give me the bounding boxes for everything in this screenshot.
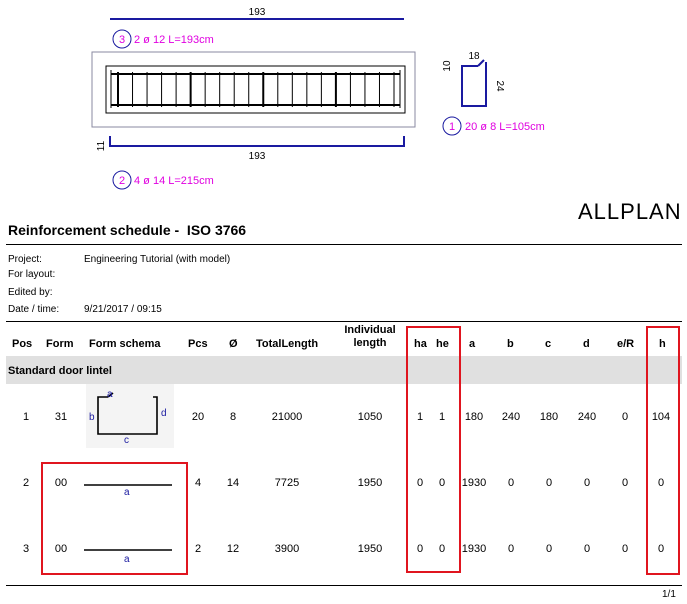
section-label: Standard door lintel [8, 365, 112, 377]
cell-pos: 3 [22, 543, 30, 555]
cell-pcs: 20 [191, 411, 205, 423]
bar3-label: 2 ø 12 L=193cm [134, 34, 214, 46]
edited-label: Edited by: [8, 287, 53, 298]
date-value: 9/21/2017 / 09:15 [84, 304, 162, 315]
title-rule [6, 244, 682, 245]
project-value: Engineering Tutorial (with model) [84, 254, 231, 265]
cell-pos: 2 [22, 477, 30, 489]
cell-er: 0 [621, 543, 629, 555]
bar3-pos: 3 [119, 34, 125, 46]
cell-individual: 1950 [357, 543, 383, 555]
schema-1-c: c [124, 435, 129, 446]
schema-1-a: a [107, 389, 113, 400]
cell-b: 240 [501, 411, 521, 423]
cell-er: 0 [621, 411, 629, 423]
bar2-shape [109, 136, 405, 147]
cell-er: 0 [621, 477, 629, 489]
stirrup-detail [461, 62, 487, 107]
header-pcs: Pcs [188, 338, 208, 350]
cell-c: 0 [545, 543, 553, 555]
cell-total: 21000 [271, 411, 303, 423]
bar2-pos: 2 [119, 175, 125, 187]
cell-total: 3900 [274, 543, 300, 555]
stirrup-lines [117, 72, 395, 107]
bar2-label: 4 ø 14 L=215cm [134, 175, 214, 187]
schedule-title: Reinforcement schedule - ISO 3766 [8, 222, 247, 238]
highlight-ha-he [406, 326, 461, 573]
header-a: a [469, 338, 476, 350]
top-dim-text: 193 [249, 7, 266, 18]
cell-c: 180 [539, 411, 559, 423]
stirrup-width: 18 [468, 51, 480, 62]
schema-1-d: d [161, 408, 167, 419]
cell-b: 0 [507, 477, 515, 489]
header-individual: Individual length [344, 324, 396, 349]
header-schema: Form schema [89, 338, 161, 350]
cell-pos: 1 [22, 411, 30, 423]
layout-label: For layout: [8, 269, 56, 280]
cell-individual: 1950 [357, 477, 383, 489]
cell-total: 7725 [274, 477, 300, 489]
header-d: d [583, 338, 590, 350]
beam-outline [91, 51, 416, 128]
bar1-pos: 1 [449, 121, 455, 133]
header-er: e/R [617, 338, 635, 350]
footer-rule [6, 585, 682, 586]
header-dia: Ø [229, 338, 238, 350]
meta-rule [6, 321, 682, 322]
header-c: c [545, 338, 552, 350]
date-label: Date / time: [8, 304, 60, 315]
header-b: b [507, 338, 514, 350]
stirrup-height: 24 [494, 80, 505, 92]
cell-d: 0 [583, 543, 591, 555]
page-number: 1/1 [662, 589, 676, 600]
cell-dia: 8 [229, 411, 237, 423]
bottom-dim-text: 193 [249, 151, 266, 162]
cell-d: 0 [583, 477, 591, 489]
schema-1-b: b [89, 412, 95, 423]
cell-b: 0 [507, 543, 515, 555]
header-total: TotalLength [256, 338, 319, 350]
cell-dia: 12 [226, 543, 240, 555]
project-label: Project: [8, 254, 42, 265]
header-pos: Pos [12, 338, 33, 350]
cell-form: 31 [54, 411, 68, 423]
cell-individual: 1050 [357, 411, 383, 423]
highlight-h [646, 326, 680, 575]
highlight-form-schema [41, 462, 188, 575]
cell-c: 0 [545, 477, 553, 489]
cell-d: 240 [577, 411, 597, 423]
cell-dia: 14 [226, 477, 240, 489]
allplan-logo: ALLPLAN [578, 199, 682, 224]
reinforcement-drawing: 193 3 2 ø 12 L=193cm 193 11 2 4 ø 14 L=2… [91, 7, 545, 190]
stirrup-hook: 10 [442, 60, 453, 72]
header-form: Form [46, 338, 74, 350]
side-dim-text: 11 [96, 140, 107, 151]
bar1-label: 20 ø 8 L=105cm [465, 121, 545, 133]
